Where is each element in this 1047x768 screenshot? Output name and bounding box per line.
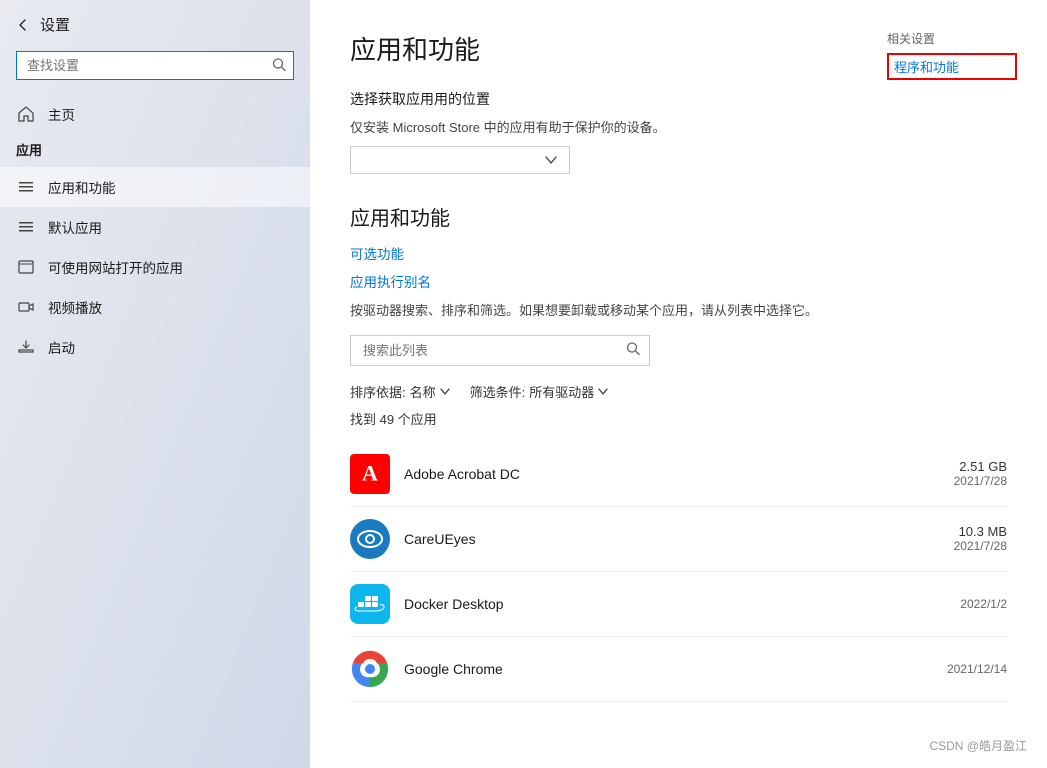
sidebar-item-video[interactable]: 视频播放: [0, 287, 310, 327]
app-search-icon: [626, 342, 640, 359]
app-execution-alias-link[interactable]: 应用执行别名: [350, 271, 1007, 291]
app-info-docker: Docker Desktop: [404, 596, 903, 612]
startup-label: 启动: [48, 337, 75, 357]
sidebar-item-startup[interactable]: 启动: [0, 327, 310, 367]
sidebar-item-web-apps[interactable]: 可使用网站打开的应用: [0, 247, 310, 287]
apps-section-title: 应用和功能: [350, 202, 1007, 231]
app-search-input[interactable]: [350, 335, 650, 366]
app-name: CareUEyes: [404, 531, 903, 547]
found-count: 找到 49 个应用: [350, 409, 1007, 428]
home-icon: [16, 104, 36, 124]
settings-title: 设置: [40, 14, 70, 35]
app-icon-careu: [350, 519, 390, 559]
select-source-title: 选择获取应用用的位置: [350, 89, 1007, 109]
sidebar-section-apps: 应用: [0, 134, 310, 167]
programs-features-link[interactable]: 程序和功能: [887, 53, 1017, 80]
default-apps-icon: [16, 217, 36, 237]
app-name: Google Chrome: [404, 661, 903, 677]
select-source-subtitle: 仅安装 Microsoft Store 中的应用有助于保护你的设备。: [350, 117, 1007, 136]
video-label: 视频播放: [48, 297, 102, 317]
search-input[interactable]: [16, 51, 294, 80]
app-search-box: [350, 335, 650, 366]
app-date: 2021/12/14: [917, 662, 1007, 676]
home-label: 主页: [48, 104, 75, 124]
table-row[interactable]: Docker Desktop 2022/1/2: [350, 572, 1007, 637]
app-meta-chrome: 2021/12/14: [917, 662, 1007, 676]
chevron-down-icon: [545, 153, 557, 167]
back-button[interactable]: [16, 18, 30, 32]
default-apps-label: 默认应用: [48, 217, 102, 237]
app-info-adobe: Adobe Acrobat DC: [404, 466, 903, 482]
sort-label: 排序依据:: [350, 382, 406, 401]
app-info-careu: CareUEyes: [404, 531, 903, 547]
app-meta-adobe: 2.51 GB 2021/7/28: [917, 459, 1007, 488]
app-list: A Adobe Acrobat DC 2.51 GB 2021/7/28: [350, 442, 1007, 702]
app-date: 2021/7/28: [917, 539, 1007, 553]
table-row[interactable]: Google Chrome 2021/12/14: [350, 637, 1007, 702]
filter-value: 所有驱动器: [529, 382, 594, 401]
sidebar: 设置 主页 应用 应用和功能: [0, 0, 310, 768]
search-icon: [272, 57, 286, 74]
app-meta-careu: 10.3 MB 2021/7/28: [917, 524, 1007, 553]
sort-value: 名称: [410, 382, 436, 401]
watermark: CSDN @皓月盈江: [929, 737, 1027, 754]
filter-dropdown[interactable]: 筛选条件: 所有驱动器: [470, 382, 609, 401]
svg-text:A: A: [362, 460, 378, 485]
related-settings-title: 相关设置: [887, 30, 1017, 47]
app-date: 2021/7/28: [917, 474, 1007, 488]
app-date: 2022/1/2: [917, 597, 1007, 611]
app-icon-docker: [350, 584, 390, 624]
sidebar-item-default-apps[interactable]: 默认应用: [0, 207, 310, 247]
main-content: 相关设置 程序和功能 应用和功能 选择获取应用用的位置 仅安装 Microsof…: [310, 0, 1047, 768]
search-box: [16, 51, 294, 80]
startup-icon: [16, 337, 36, 357]
sort-filter-row: 排序依据: 名称 筛选条件: 所有驱动器: [350, 382, 1007, 401]
app-size: 2.51 GB: [917, 459, 1007, 474]
sort-dropdown[interactable]: 排序依据: 名称: [350, 382, 450, 401]
apps-features-label: 应用和功能: [48, 177, 116, 197]
sidebar-item-apps-features[interactable]: 应用和功能: [0, 167, 310, 207]
app-name: Docker Desktop: [404, 596, 903, 612]
sidebar-item-home[interactable]: 主页: [0, 94, 310, 134]
sidebar-header: 设置: [0, 0, 310, 45]
table-row[interactable]: CareUEyes 10.3 MB 2021/7/28: [350, 507, 1007, 572]
app-meta-docker: 2022/1/2: [917, 597, 1007, 611]
web-apps-label: 可使用网站打开的应用: [48, 257, 183, 277]
app-name: Adobe Acrobat DC: [404, 466, 903, 482]
related-settings-panel: 相关设置 程序和功能: [887, 30, 1017, 80]
source-dropdown[interactable]: [350, 146, 570, 174]
table-row[interactable]: A Adobe Acrobat DC 2.51 GB 2021/7/28: [350, 442, 1007, 507]
app-size: 10.3 MB: [917, 524, 1007, 539]
apps-description: 按驱动器搜索、排序和筛选。如果想要卸载或移动某个应用，请从列表中选择它。: [350, 301, 870, 321]
app-icon-chrome: [350, 649, 390, 689]
web-apps-icon: [16, 257, 36, 277]
apps-features-icon: [16, 177, 36, 197]
video-icon: [16, 297, 36, 317]
optional-features-link[interactable]: 可选功能: [350, 243, 1007, 263]
app-icon-adobe: A: [350, 454, 390, 494]
filter-label: 筛选条件:: [470, 382, 526, 401]
app-info-chrome: Google Chrome: [404, 661, 903, 677]
